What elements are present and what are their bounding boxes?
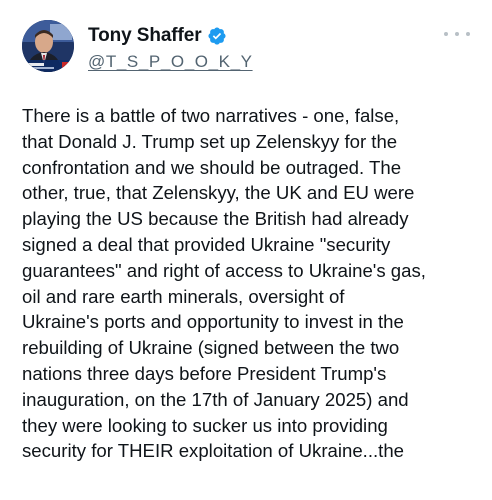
post-text-line: guarantees" and right of access to Ukrai… (22, 259, 426, 281)
display-name-row: Tony Shaffer (88, 24, 253, 48)
post-text-line: other, true, that Zelenskyy, the UK and … (22, 182, 415, 204)
post-text-line: security for THEIR exploitation of Ukrai… (22, 440, 405, 462)
avatar[interactable] (22, 20, 74, 72)
post-header: Tony Shaffer @T_S_P_O_O_K_Y (22, 18, 470, 78)
post-text-line: oil and rare earth minerals, oversight o… (22, 285, 345, 307)
post-text-line: Ukraine's ports and opportunity to inves… (22, 311, 404, 333)
more-options-button[interactable] (444, 26, 470, 42)
verified-badge-icon (207, 26, 227, 46)
author-handle[interactable]: @T_S_P_O_O_K_Y (88, 52, 253, 72)
display-name[interactable]: Tony Shaffer (88, 25, 202, 47)
post-text-line: rebuilding of Ukraine (signed between th… (22, 337, 400, 359)
post-text-line: There is a battle of two narratives - on… (22, 105, 400, 126)
more-dot-icon (455, 32, 459, 36)
more-dot-icon (444, 32, 448, 36)
post-text-line: playing the US because the British had a… (22, 208, 409, 230)
author-info: Tony Shaffer @T_S_P_O_O_K_Y (88, 24, 253, 72)
post-text-line: confrontation and we should be outraged.… (22, 156, 402, 178)
post-text-line: signed a deal that provided Ukraine "sec… (22, 233, 391, 255)
post-card: Tony Shaffer @T_S_P_O_O_K_Y There is a b… (0, 0, 492, 500)
post-body-text: There is a battle of two narratives - on… (22, 103, 474, 464)
post-text-line: that Donald J. Trump set up Zelenskyy fo… (22, 130, 398, 152)
post-text-line: inauguration, on the 17th of January 202… (22, 388, 409, 410)
avatar-image (22, 20, 74, 72)
post-text-line: nations three days before President Trum… (22, 362, 387, 384)
more-dot-icon (466, 32, 470, 36)
post-text-line: they were looking to sucker us into prov… (22, 414, 388, 436)
